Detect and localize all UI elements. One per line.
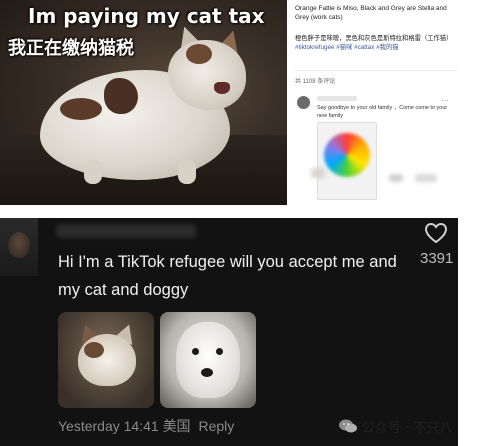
commenter-avatar[interactable] (297, 96, 310, 109)
comments-count: 共 1108 条评论 (295, 79, 336, 85)
dog-face (176, 322, 240, 398)
collage: Im paying my cat tax 我正在缴纳猫税 Orange Fatt… (0, 0, 484, 446)
heart-icon[interactable] (424, 222, 448, 244)
meme-caption-english: Im paying my cat tax (28, 4, 265, 28)
commenter-username-blurred (317, 96, 357, 101)
social-post: Orange Fattie is Miso, Black and Grey ar… (291, 0, 461, 205)
post-description-chinese-text: 橙色胖子是味噌，黑色和灰色是斯特拉和格雷（工作猫） (295, 35, 453, 42)
comment-text: Hi I'm a TikTok refugee will you accept … (58, 253, 397, 299)
cat-meme-image: Im paying my cat tax 我正在缴纳猫税 (0, 0, 287, 205)
cat-leg (84, 160, 102, 184)
post-hashtags[interactable]: #tiktokrefugee #猫咪 #cattax #我的猫 (295, 44, 399, 51)
user-avatar[interactable] (0, 218, 38, 276)
blurred-element (415, 174, 437, 182)
attached-photo-cat[interactable] (58, 312, 154, 408)
cat-leg (178, 160, 196, 184)
divider (295, 70, 457, 71)
cat-patch (60, 98, 102, 120)
like-count: 3391 (420, 250, 454, 267)
cat-patch (186, 44, 212, 64)
dog-eye (216, 348, 223, 355)
wechat-watermark: 公众号 · 不只八 (338, 412, 484, 440)
comment-image[interactable] (317, 122, 377, 200)
attached-photo-dog[interactable] (160, 312, 256, 408)
avatar-face (8, 232, 30, 258)
dog-nose (201, 368, 213, 377)
cat-patch (84, 342, 104, 358)
username-blurred (56, 224, 196, 238)
post-description-chinese: 橙色胖子是味噌，黑色和灰色是斯特拉和格雷（工作猫） #tiktokrefugee… (295, 34, 457, 52)
cat-mouth (214, 82, 230, 94)
cat-patch (104, 78, 138, 114)
timestamp-location: Yesterday 14:41 美国 (58, 418, 191, 434)
reply-button[interactable]: Reply (198, 418, 234, 434)
rainbow-blur-image (324, 133, 370, 177)
meme-caption-chinese: 我正在缴纳猫税 (8, 38, 134, 59)
wechat-official-account-icon (339, 419, 357, 433)
post-description-english: Orange Fattie is Miso, Black and Grey ar… (295, 5, 447, 21)
dog-eye (192, 348, 199, 355)
blurred-element (311, 168, 325, 178)
watermark-text: 公众号 · 不只八 (362, 420, 453, 436)
post-comment-text: Say goodbye to your old family ，Come com… (317, 105, 448, 119)
blurred-element (389, 174, 403, 182)
comment-meta: Yesterday 14:41 美国 Reply (58, 416, 234, 436)
cat-face (78, 334, 136, 386)
